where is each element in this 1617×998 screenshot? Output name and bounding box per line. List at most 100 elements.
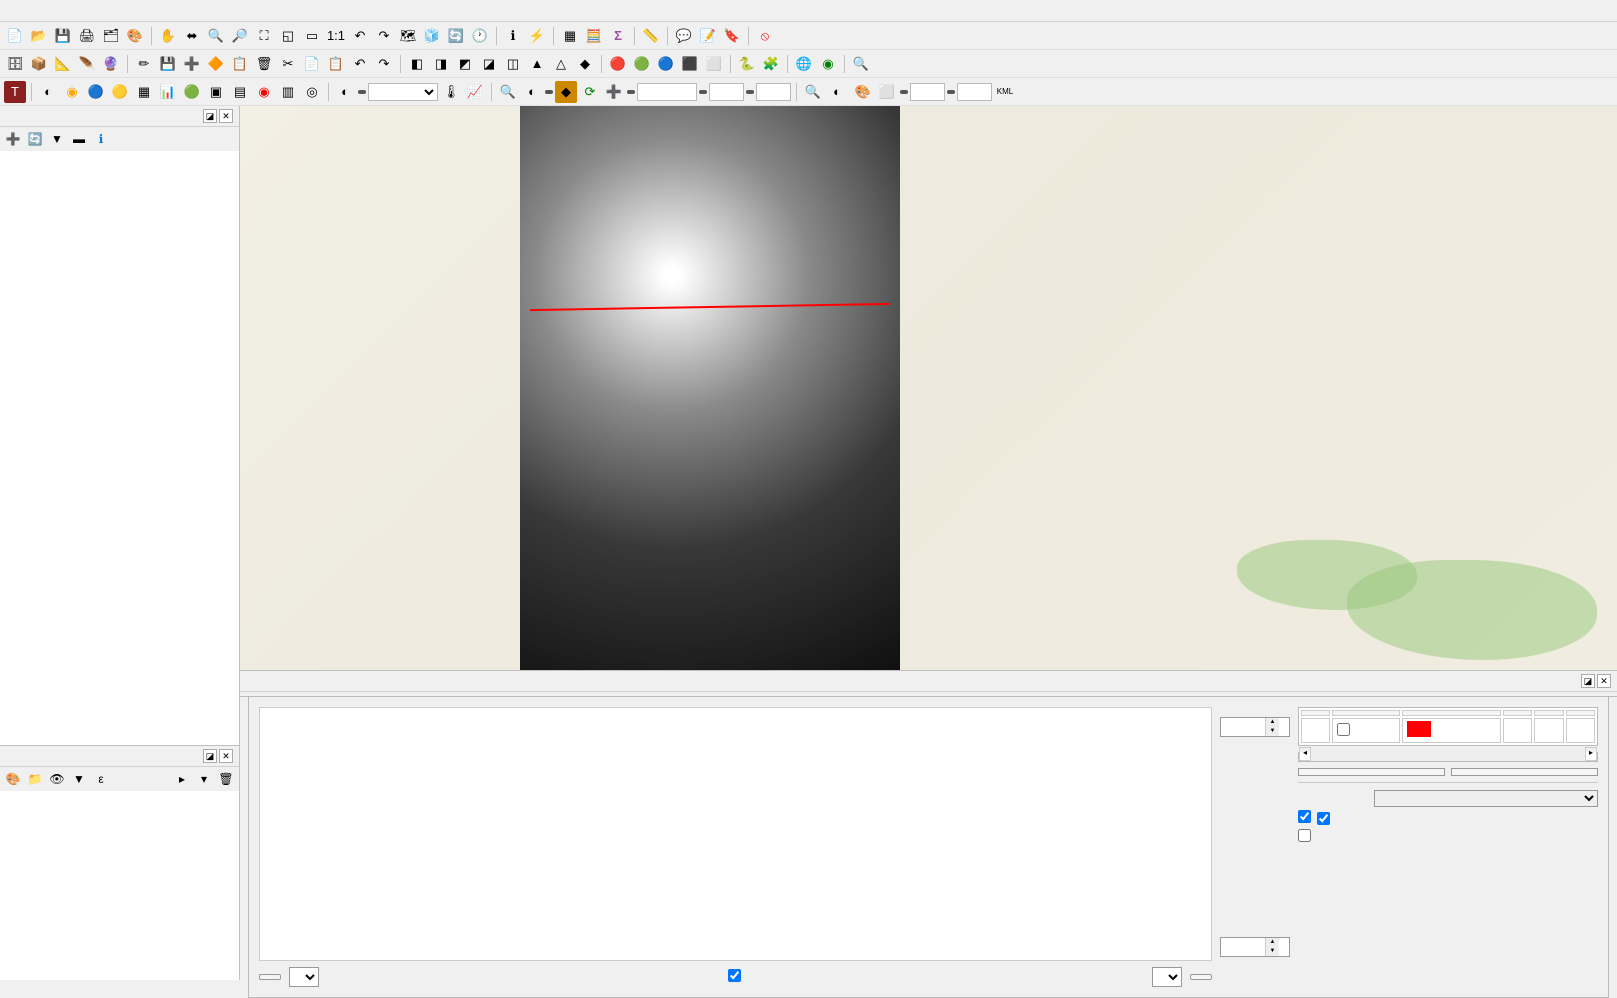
refresh-icon[interactable]: 🔄 xyxy=(445,25,467,47)
maximum-spinbox[interactable]: ▲▼ xyxy=(1220,717,1290,737)
layers-add-group-icon[interactable]: 📁 xyxy=(26,770,44,788)
rgb-select[interactable] xyxy=(368,83,438,101)
tool-icon-3[interactable]: ◩ xyxy=(454,53,476,75)
pan-selection-icon[interactable]: ⬌ xyxy=(181,25,203,47)
scp-icon-8[interactable]: ▣ xyxy=(205,81,227,103)
scp-local-icon[interactable]: 🌡 xyxy=(440,81,462,103)
undo-icon[interactable]: ↶ xyxy=(349,53,371,75)
zoom-layer-icon[interactable]: ▭ xyxy=(301,25,323,47)
open-project-icon[interactable]: 📂 xyxy=(28,25,50,47)
plugins-icon[interactable]: 🧩 xyxy=(760,53,782,75)
new-print-layout-icon[interactable]: 🖨 xyxy=(76,25,98,47)
kml-icon[interactable]: KML xyxy=(994,81,1016,103)
map-canvas[interactable] xyxy=(240,106,1617,670)
save-as-button[interactable] xyxy=(1190,974,1212,980)
zoom-next-icon[interactable]: ↷ xyxy=(373,25,395,47)
height-select[interactable] xyxy=(289,967,319,987)
layers-tree[interactable] xyxy=(0,791,239,980)
layers-expression-icon[interactable]: ε xyxy=(92,770,110,788)
scp-icon-9[interactable]: ▤ xyxy=(229,81,251,103)
scp-cumulative-icon[interactable]: 📈 xyxy=(464,81,486,103)
layers-remove-icon[interactable]: 🗑 xyxy=(217,770,235,788)
rgb-toggle-icon[interactable]: ◐ xyxy=(334,81,356,103)
table-row[interactable] xyxy=(1301,718,1595,743)
osm-tools-icon[interactable]: 🌐 xyxy=(793,53,815,75)
browser-undock-icon[interactable]: ◪ xyxy=(203,109,217,123)
zoom-selection-icon[interactable]: ◱ xyxy=(277,25,299,47)
layers-filter-icon[interactable]: ▼ xyxy=(70,770,88,788)
scp-icon-2[interactable]: ◉ xyxy=(61,81,83,103)
profile-close-icon[interactable]: ✕ xyxy=(1597,674,1611,688)
tool-icon-8[interactable]: ◆ xyxy=(574,53,596,75)
browser-close-icon[interactable]: ✕ xyxy=(219,109,233,123)
scroll-right-icon[interactable]: ▸ xyxy=(1585,747,1597,761)
tool-icon-4[interactable]: ◪ xyxy=(478,53,500,75)
scp-dock-icon[interactable]: T xyxy=(4,81,26,103)
browser-tree[interactable] xyxy=(0,151,239,745)
scp-icon-6[interactable]: 📊 xyxy=(157,81,179,103)
layers-expand-icon[interactable]: ▸ xyxy=(173,770,191,788)
open-table-icon[interactable]: ▦ xyxy=(559,25,581,47)
preview-redo-icon[interactable]: 🎨 xyxy=(852,81,874,103)
save-edits-icon[interactable]: 💾 xyxy=(157,53,179,75)
new-project-icon[interactable]: 📄 xyxy=(4,25,26,47)
reset-view-button[interactable] xyxy=(259,974,281,980)
tool-icon-11[interactable]: 🔵 xyxy=(655,53,677,75)
roi-pointer-icon[interactable]: ◆ xyxy=(555,81,577,103)
layers-style-icon[interactable]: 🎨 xyxy=(4,770,22,788)
layers-collapse-icon[interactable]: ▾ xyxy=(195,770,213,788)
scp-icon-12[interactable]: ◎ xyxy=(301,81,323,103)
same-axis-checkbox[interactable] xyxy=(1298,829,1311,845)
zoom-out-icon[interactable]: 🔎 xyxy=(229,25,251,47)
tool-icon-13[interactable]: ⬜ xyxy=(703,53,725,75)
scp-icon-4[interactable]: 🟡 xyxy=(109,81,131,103)
new-3d-view-icon[interactable]: 🧊 xyxy=(421,25,443,47)
identify-icon[interactable]: ℹ xyxy=(502,25,524,47)
stats-icon[interactable]: Σ xyxy=(607,25,629,47)
preview-zoom-icon[interactable]: 🔍 xyxy=(802,81,824,103)
enable-props-icon[interactable]: ℹ xyxy=(92,130,110,148)
zoom-last-icon[interactable]: ↶ xyxy=(349,25,371,47)
refresh-browser-icon[interactable]: 🔄 xyxy=(26,130,44,148)
layers-visibility-icon[interactable]: 👁 xyxy=(48,770,66,788)
filter-browser-icon[interactable]: ▼ xyxy=(48,130,66,148)
dist-input[interactable] xyxy=(637,83,697,101)
tool-icon-12[interactable]: ⬛ xyxy=(679,53,701,75)
zoom-full-icon[interactable]: ⛶ xyxy=(253,25,275,47)
s-input[interactable] xyxy=(957,83,992,101)
tool-icon-7[interactable]: △ xyxy=(550,53,572,75)
scroll-left-icon[interactable]: ◂ xyxy=(1299,747,1311,761)
roi-plus-icon[interactable]: ➕ xyxy=(603,81,625,103)
tool-icon-6[interactable]: ▲ xyxy=(526,53,548,75)
profile-layer-table[interactable] xyxy=(1298,707,1598,746)
scp-icon-3[interactable]: 🔵 xyxy=(85,81,107,103)
t-input[interactable] xyxy=(910,83,945,101)
min-input[interactable] xyxy=(709,83,744,101)
zoom-native-icon[interactable]: 1:1 xyxy=(325,25,347,47)
layer-row-checkbox[interactable] xyxy=(1337,723,1350,736)
add-layer-button[interactable] xyxy=(1298,768,1445,776)
profile-undock-icon[interactable]: ◪ xyxy=(1581,674,1595,688)
copy-features-icon[interactable]: 📄 xyxy=(301,53,323,75)
tool-icon-10[interactable]: 🟢 xyxy=(631,53,653,75)
collapse-all-icon[interactable]: ▬ xyxy=(70,130,88,148)
remove-layer-button[interactable] xyxy=(1451,768,1598,776)
python-console-icon[interactable]: 🐍 xyxy=(736,53,758,75)
scp-icon-11[interactable]: ▥ xyxy=(277,81,299,103)
new-shapefile-icon[interactable]: 📐 xyxy=(52,53,74,75)
profile-chart[interactable] xyxy=(259,707,1212,961)
add-layer-icon[interactable]: ➕ xyxy=(4,130,22,148)
data-source-manager-icon[interactable]: 🗄 xyxy=(4,53,26,75)
scp-icon-7[interactable]: 🟢 xyxy=(181,81,203,103)
paste-features-icon[interactable]: 📋 xyxy=(325,53,347,75)
layer-color-swatch[interactable] xyxy=(1407,721,1431,737)
new-map-view-icon[interactable]: 🗺 xyxy=(397,25,419,47)
scp-icon-10[interactable]: ◉ xyxy=(253,81,275,103)
graph-format-select[interactable] xyxy=(1152,967,1182,987)
zoom-in-icon[interactable]: 🔍 xyxy=(205,25,227,47)
style-manager-icon[interactable]: 🎨 xyxy=(124,25,146,47)
add-feature-icon[interactable]: ➕ xyxy=(181,53,203,75)
minimum-spinbox[interactable]: ▲▼ xyxy=(1220,937,1290,957)
tool-icon-5[interactable]: ◫ xyxy=(502,53,524,75)
preview-toggle-icon[interactable]: ◐ xyxy=(826,81,848,103)
